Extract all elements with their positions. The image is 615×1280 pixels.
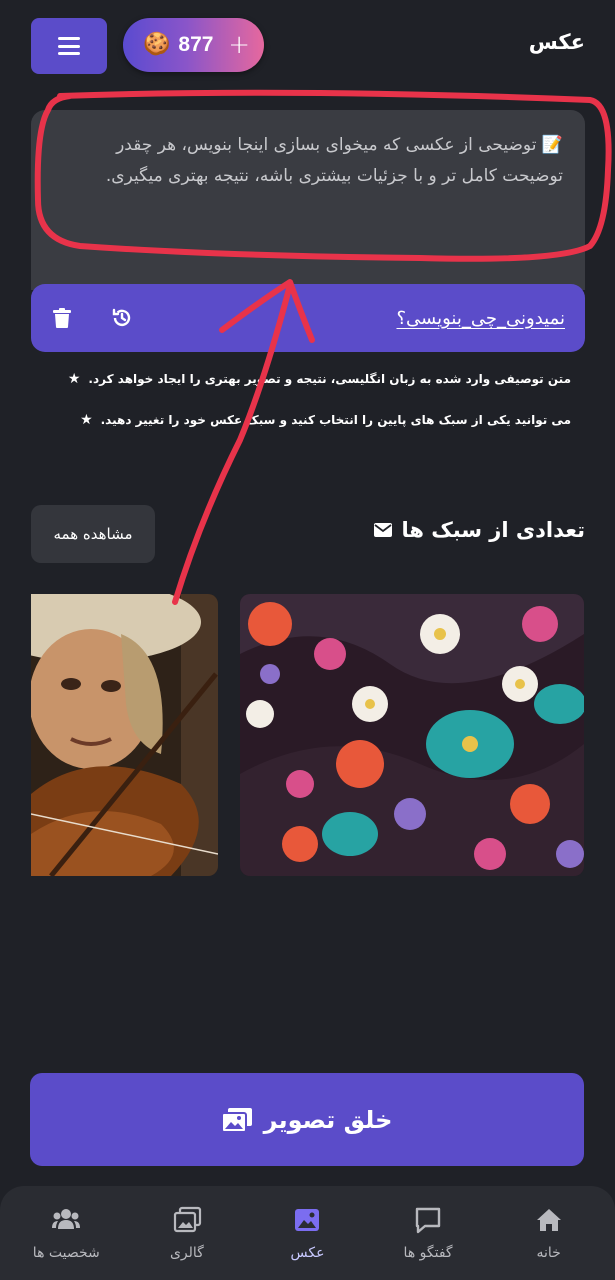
see-all-button[interactable]: مشاهده همه [31,505,155,563]
hamburger-icon [58,37,80,55]
style-card-classic-portrait[interactable] [31,594,218,876]
nav-label: عکس [290,1245,325,1261]
images-icon [221,1107,252,1132]
nav-label: گفتگو ها [403,1245,453,1261]
style-card-floral[interactable] [240,594,584,876]
prompt-toolbar: نمیدونی_چی_بنویسی؟ [31,284,585,352]
note-text: متن توصیفی وارد شده به زبان انگلیسی، نتی… [88,372,571,386]
bottom-nav: خانه گفتگو ها عکس گالری شخصیت ها [0,1186,615,1280]
nav-characters[interactable]: شخصیت ها [11,1205,121,1261]
cookie-icon: 🍪 [143,32,171,57]
note-english: متن توصیفی وارد شده به زبان انگلیسی، نتی… [68,371,571,387]
styles-section-title: تعدادی از سبک ها [373,518,585,542]
note-text: می توانید یکی از سبک های پایین را انتخاب… [100,413,571,427]
page-title: عکس [528,30,585,54]
chat-icon [415,1207,441,1234]
menu-button[interactable] [31,18,107,74]
floral-style-image [240,594,584,876]
gallery-icon [173,1206,201,1233]
create-image-button[interactable]: خلق تصویر [30,1073,584,1166]
star-icon: ★ [80,412,93,428]
home-icon [536,1209,561,1231]
nav-gallery[interactable]: گالری [132,1205,242,1261]
nav-chat[interactable]: گفتگو ها [373,1205,483,1261]
nav-photo[interactable]: عکس [252,1205,362,1261]
envelope-icon [373,523,392,537]
image-icon [295,1209,320,1231]
star-icon: ★ [67,371,81,387]
nav-label: شخصیت ها [32,1245,100,1261]
section-title-text: تعدادی از سبک ها [401,518,585,542]
help-link[interactable]: نمیدونی_چی_بنویسی؟ [397,308,566,329]
nav-label: گالری [169,1245,204,1261]
portrait-style-image [31,594,218,876]
nav-label: خانه [536,1245,561,1261]
coin-balance-button[interactable]: 🍪 877 + [123,18,264,72]
prompt-placeholder: 📝 توضیحی از عکسی که میخوای بسازی اینجا ب… [105,135,563,186]
coin-count: 877 [178,33,214,56]
history-icon[interactable] [111,307,133,329]
nav-home[interactable]: خانه [494,1205,604,1261]
create-image-label: خلق تصویر [263,1105,393,1134]
note-styles: می توانید یکی از سبک های پایین را انتخاب… [80,412,571,428]
prompt-input[interactable]: 📝 توضیحی از عکسی که میخوای بسازی اینجا ب… [31,110,585,290]
users-icon [52,1209,81,1229]
plus-icon: + [228,30,250,60]
trash-icon[interactable] [51,307,73,329]
